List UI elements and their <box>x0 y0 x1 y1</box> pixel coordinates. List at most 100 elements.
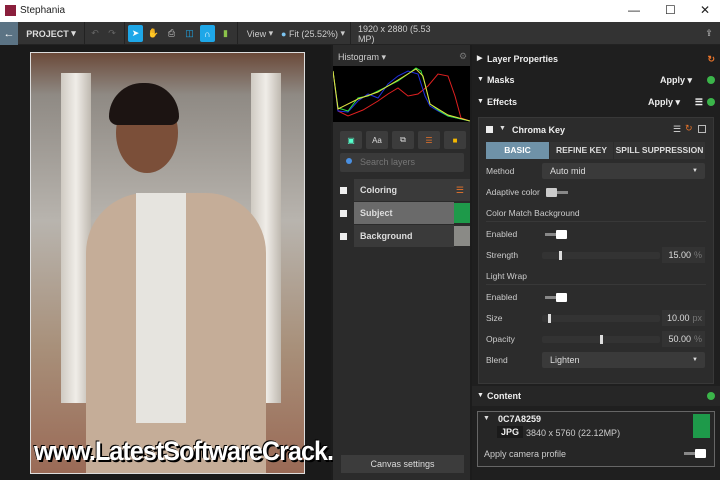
title-bar: Stephania — ☐ ✕ <box>0 0 720 22</box>
effect-enabled-checkbox[interactable] <box>486 126 493 133</box>
section-label: Effects <box>487 97 518 107</box>
canvas-settings-button[interactable]: Canvas settings <box>341 455 464 473</box>
tab-basic[interactable]: BASIC <box>486 142 549 159</box>
method-select[interactable]: Auto mid <box>542 163 705 179</box>
layer-visibility-checkbox[interactable] <box>340 209 347 217</box>
layer-visibility-checkbox[interactable] <box>340 186 347 194</box>
histogram-label: Histogram <box>338 52 380 62</box>
cmb-enabled-label: Enabled <box>486 229 518 239</box>
layer-thumbnail <box>454 203 470 223</box>
close-button[interactable]: ✕ <box>700 3 710 17</box>
toolbar: ← PROJECT ▾ ↶ ↷ ➤ ✋ ⎙ ◫ ∩ ▮ View ▾ ● Fit… <box>0 22 720 45</box>
photo-preview[interactable] <box>30 52 305 474</box>
project-menu[interactable]: PROJECT ▾ <box>22 25 80 42</box>
window-title: Stephania <box>20 5 66 16</box>
opacity-input[interactable]: 50.00% <box>662 331 705 347</box>
histogram-green <box>333 67 470 122</box>
add-image-layer-button[interactable]: ▣ <box>340 131 362 149</box>
strength-input[interactable]: 15.00% <box>662 247 705 263</box>
reset-icon[interactable]: ↻ <box>685 123 693 134</box>
layer-label: Coloring <box>354 179 470 201</box>
strength-label: Strength <box>486 250 519 260</box>
view-menu[interactable]: View ▾ <box>242 25 278 42</box>
add-mask-icon[interactable] <box>707 76 715 84</box>
app-icon <box>5 5 16 16</box>
lw-enabled-label: Enabled <box>486 292 518 302</box>
effect-title: Chroma Key <box>512 125 566 135</box>
format-badge: JPG <box>497 426 524 438</box>
tab-refine-key[interactable]: REFINE KEY <box>550 142 613 159</box>
layer-properties-section[interactable]: ▶ Layer Properties ↻ <box>472 49 720 69</box>
lw-enabled-toggle[interactable] <box>545 293 569 302</box>
layer-coloring[interactable]: Coloring ☰ <box>333 179 470 201</box>
layer-subject[interactable]: Subject <box>333 202 470 224</box>
blend-select[interactable]: Lighten <box>542 352 705 368</box>
layer-label: Subject <box>354 202 454 224</box>
menu-icon[interactable]: ☰ <box>673 124 681 135</box>
layer-thumbnail <box>454 226 470 246</box>
crop-tool-icon[interactable]: ◫ <box>182 25 197 42</box>
minimize-button[interactable]: — <box>628 3 640 17</box>
effects-section[interactable]: ▼ Effects Apply ▾ ☰ <box>472 92 720 112</box>
cmb-enabled-toggle[interactable] <box>545 230 569 239</box>
section-label: Content <box>487 391 521 401</box>
content-thumbnail <box>693 414 710 438</box>
content-section[interactable]: ▼ Content <box>472 386 720 406</box>
opacity-label: Opacity <box>486 334 515 344</box>
adaptive-color-toggle[interactable] <box>546 188 570 197</box>
masks-section[interactable]: ▼ Masks Apply ▾ <box>472 70 720 90</box>
redo-button[interactable]: ↷ <box>106 25 118 42</box>
histogram-yellow <box>333 68 470 122</box>
duplicate-layer-button[interactable]: ⧉ <box>392 131 414 149</box>
camera-profile-label: Apply camera profile <box>484 449 567 459</box>
color-match-background-label: Color Match Background <box>486 208 580 218</box>
adaptive-color-label: Adaptive color <box>486 187 540 197</box>
zoom-menu[interactable]: ● Fit (25.52%) ▾ <box>280 25 346 42</box>
histogram-settings-icon[interactable]: ⚙ <box>459 51 467 62</box>
select-tool-icon[interactable]: ➤ <box>128 25 143 42</box>
project-label: PROJECT <box>26 28 69 39</box>
add-effect-icon[interactable] <box>707 98 715 106</box>
hand-tool-icon[interactable]: ✋ <box>146 25 161 42</box>
effects-apply-button[interactable]: Apply ▾ <box>648 92 680 112</box>
layer-background[interactable]: Background <box>333 225 470 247</box>
add-text-layer-button[interactable]: Aa <box>366 131 388 149</box>
masks-apply-button[interactable]: Apply ▾ <box>660 70 692 90</box>
layer-visibility-checkbox[interactable] <box>340 232 347 240</box>
transform-tool-icon[interactable]: ⎙ <box>164 25 179 42</box>
size-label: Size <box>486 313 503 323</box>
back-button[interactable]: ← <box>0 22 18 45</box>
menu-icon[interactable]: ☰ <box>695 92 703 112</box>
folder-button[interactable]: ■ <box>444 131 466 149</box>
tab-spill-suppression[interactable]: SPILL SUPPRESSION <box>614 142 705 159</box>
file-dimensions: 3840 x 5760 (22.12MP) <box>526 428 621 438</box>
search-layers-input[interactable] <box>340 153 464 172</box>
histogram-menu[interactable]: Histogram ▾ <box>338 52 386 63</box>
blend-label: Blend <box>486 355 508 365</box>
reset-icon[interactable]: ↻ <box>707 49 715 69</box>
file-name: 0C7A8259 <box>498 414 542 424</box>
method-label: Method <box>486 166 515 176</box>
undo-button[interactable]: ↶ <box>89 25 101 42</box>
mask-icon[interactable] <box>698 125 706 133</box>
size-slider[interactable] <box>542 314 660 323</box>
magnet-tool-icon[interactable]: ∩ <box>200 25 215 42</box>
collapse-icon[interactable]: ▼ <box>499 125 506 132</box>
view-label: View <box>246 28 267 39</box>
histogram <box>333 66 470 122</box>
image-info: 1920 x 2880 (5.53 MP) <box>358 23 431 44</box>
adjustment-layer-button[interactable]: ☰ <box>418 131 440 149</box>
collapse-icon[interactable]: ▼ <box>483 415 490 422</box>
compare-tool-icon[interactable]: ▮ <box>218 25 233 42</box>
size-input[interactable]: 10.00 px <box>662 310 705 326</box>
opacity-slider[interactable] <box>542 335 660 344</box>
zoom-label: Fit (25.52%) <box>288 28 338 39</box>
section-label: Layer Properties <box>487 54 559 64</box>
maximize-button[interactable]: ☐ <box>665 3 676 17</box>
strength-slider[interactable] <box>542 251 660 260</box>
export-icon[interactable]: ⇪ <box>702 25 716 42</box>
layer-label: Background <box>354 225 454 247</box>
watermark: www.LatestSoftwareCrack.com <box>34 436 383 466</box>
camera-profile-toggle[interactable] <box>684 449 708 458</box>
add-content-icon[interactable] <box>707 392 715 400</box>
